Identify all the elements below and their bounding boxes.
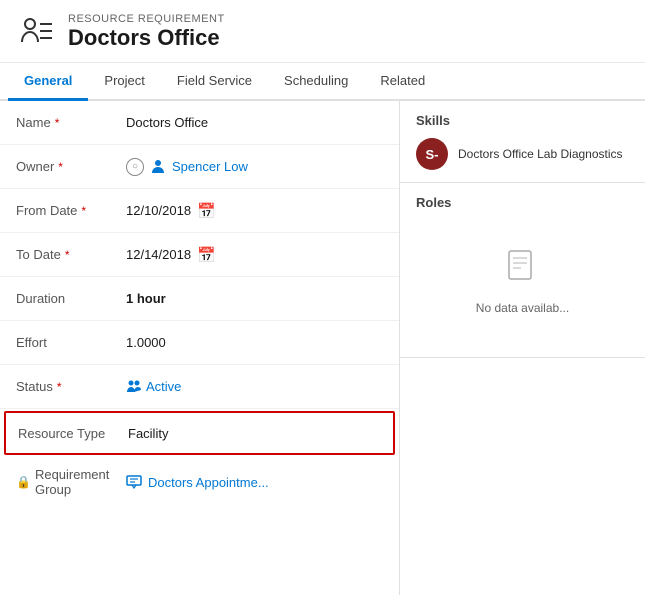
header: RESOURCE REQUIREMENT Doctors Office (0, 0, 645, 63)
field-status: Status * Active (0, 365, 399, 409)
owner-link[interactable]: Spencer Low (172, 159, 248, 174)
field-name: Name * Doctors Office (0, 101, 399, 145)
tab-field-service[interactable]: Field Service (161, 63, 268, 101)
person-icon (150, 159, 166, 175)
field-value-effort: 1.0000 (126, 335, 383, 350)
header-title: Doctors Office (68, 25, 225, 51)
required-indicator-owner: * (58, 160, 63, 174)
tab-project[interactable]: Project (88, 63, 160, 101)
field-value-name: Doctors Office (126, 115, 383, 130)
main-content: Name * Doctors Office Owner * ○ Spencer … (0, 101, 645, 595)
left-panel: Name * Doctors Office Owner * ○ Spencer … (0, 101, 400, 595)
field-effort: Effort 1.0000 (0, 321, 399, 365)
roles-title: Roles (416, 195, 629, 210)
required-indicator-status: * (57, 380, 62, 394)
roles-empty-text: No data availab... (476, 301, 569, 315)
field-label-duration: Duration (16, 291, 126, 306)
skills-title: Skills (416, 113, 629, 128)
field-owner: Owner * ○ Spencer Low (0, 145, 399, 189)
header-subtitle: RESOURCE REQUIREMENT (68, 13, 225, 25)
tab-related[interactable]: Related (364, 63, 441, 101)
calendar-icon-to[interactable]: 📅 (197, 246, 216, 264)
roles-empty-icon (507, 250, 539, 293)
right-panel: Skills S- Doctors Office Lab Diagnostics… (400, 101, 645, 595)
field-label-resource-type: Resource Type (18, 426, 128, 441)
skill-item: S- Doctors Office Lab Diagnostics (416, 138, 629, 170)
field-value-to-date: 12/14/2018 📅 (126, 246, 383, 264)
field-from-date: From Date * 12/10/2018 📅 (0, 189, 399, 233)
field-label-from-date: From Date * (16, 203, 126, 218)
required-indicator-from-date: * (81, 204, 86, 218)
status-people-icon (126, 379, 142, 395)
skills-section: Skills S- Doctors Office Lab Diagnostics (400, 101, 645, 183)
required-indicator-to-date: * (65, 248, 70, 262)
resource-requirement-icon (16, 12, 56, 52)
field-label-effort: Effort (16, 335, 126, 350)
field-value-requirement-group[interactable]: Doctors Appointme... (126, 475, 269, 490)
field-value-owner: ○ Spencer Low (126, 158, 383, 176)
calendar-icon-from[interactable]: 📅 (197, 202, 216, 220)
requirement-group-link[interactable]: Doctors Appointme... (148, 475, 269, 490)
roles-empty-state: No data availab... (416, 220, 629, 345)
tabs-bar: General Project Field Service Scheduling… (0, 63, 645, 101)
owner-lookup-icon[interactable]: ○ (126, 158, 144, 176)
field-label-to-date: To Date * (16, 247, 126, 262)
field-label-requirement-group: 🔒 Requirement Group (16, 467, 126, 497)
header-text: RESOURCE REQUIREMENT Doctors Office (68, 13, 225, 51)
tab-scheduling[interactable]: Scheduling (268, 63, 364, 101)
field-label-status: Status * (16, 379, 126, 394)
field-value-status: Active (126, 379, 383, 395)
field-to-date: To Date * 12/14/2018 📅 (0, 233, 399, 277)
field-duration: Duration 1 hour (0, 277, 399, 321)
required-indicator-name: * (55, 116, 60, 130)
skill-name: Doctors Office Lab Diagnostics (458, 146, 623, 163)
field-label-owner: Owner * (16, 159, 126, 174)
field-value-duration: 1 hour (126, 291, 383, 306)
field-value-from-date: 12/10/2018 📅 (126, 202, 383, 220)
skill-avatar: S- (416, 138, 448, 170)
requirement-group-icon (126, 475, 142, 489)
field-value-resource-type: Facility (128, 426, 381, 441)
field-resource-type: Resource Type Facility (4, 411, 395, 455)
roles-section: Roles No data availab... (400, 183, 645, 358)
field-label-name: Name * (16, 115, 126, 130)
field-requirement-group: 🔒 Requirement Group Doctors Appointme... (0, 457, 399, 507)
lock-icon: 🔒 (16, 475, 31, 489)
tab-general[interactable]: General (8, 63, 88, 101)
